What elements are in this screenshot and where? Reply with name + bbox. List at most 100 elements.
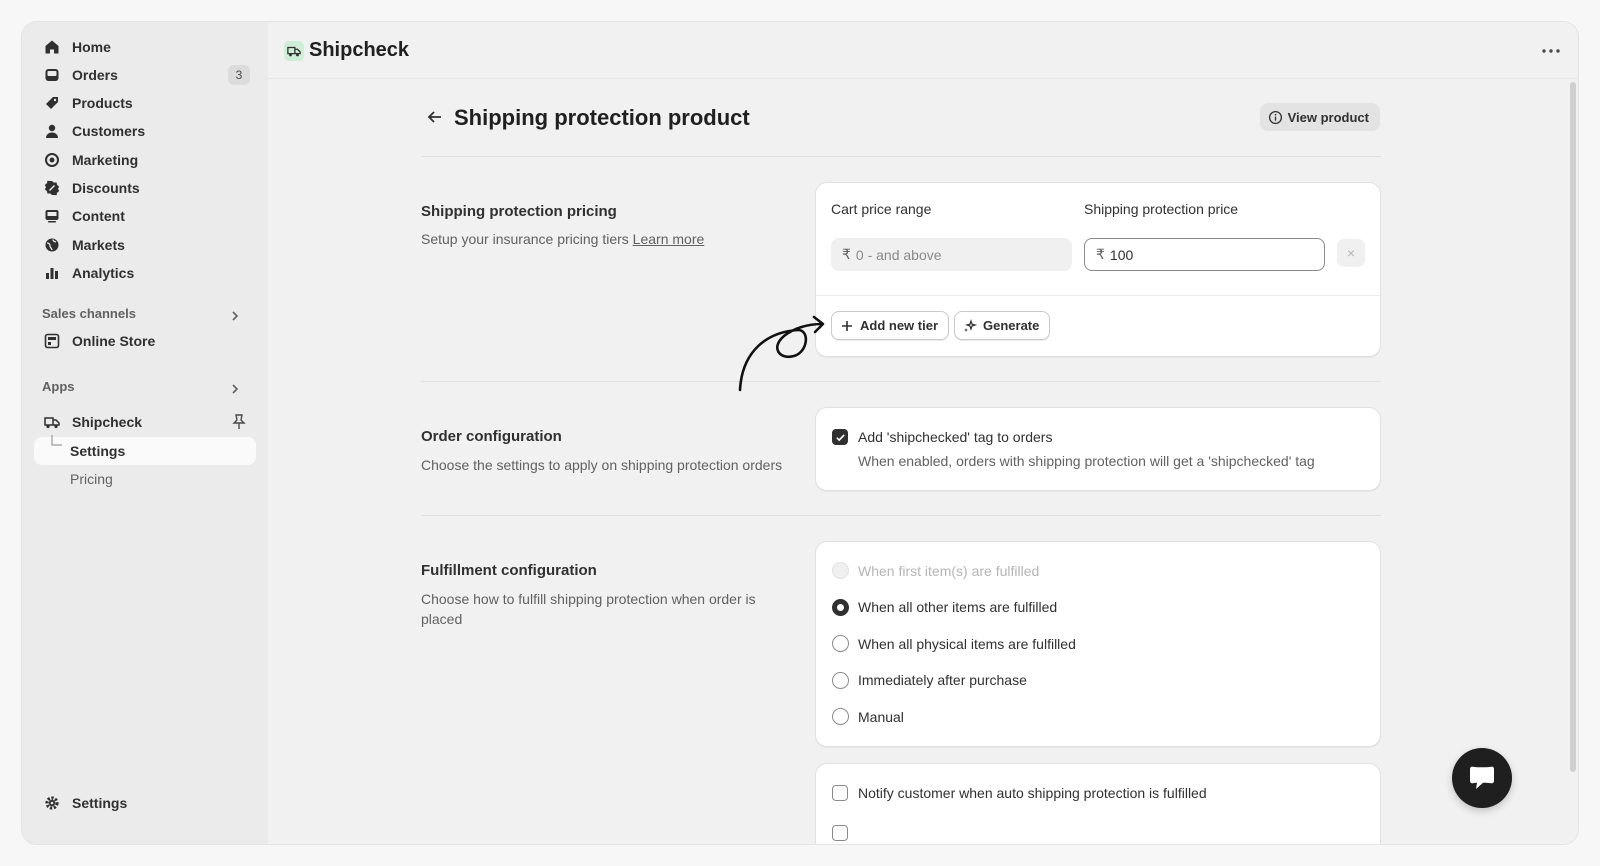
fulfill-all-other-radio[interactable] — [832, 599, 849, 616]
app-title: Shipcheck — [309, 39, 410, 61]
pricing-desc-text: Setup your insurance pricing tiers — [421, 231, 629, 247]
fulfillment-config-title: Fulfillment configuration — [421, 562, 597, 579]
notify-customer-label: Notify customer when auto shipping prote… — [858, 785, 1207, 801]
tag-icon — [44, 95, 60, 111]
fulfill-immediately-label: Immediately after purchase — [858, 672, 1027, 688]
shipchecked-tag-label: Add 'shipchecked' tag to orders — [858, 429, 1053, 445]
app-topbar: Shipcheck — [268, 22, 1578, 79]
sidebar-item-markets[interactable]: Markets — [34, 231, 256, 259]
learn-more-link[interactable]: Learn more — [633, 231, 705, 247]
sidebar-item-label: Discounts — [72, 180, 140, 196]
globe-icon — [44, 237, 60, 253]
tree-branch-icon — [51, 435, 62, 446]
admin-window: Home Orders 3 Products Customers Marketi… — [21, 21, 1579, 845]
fulfill-physical-radio[interactable] — [832, 635, 849, 652]
plus-icon — [842, 320, 852, 331]
scrollbar[interactable] — [1570, 82, 1576, 772]
shipping-protection-price-input[interactable]: ₹ 100 — [1084, 238, 1325, 271]
fulfill-physical-label: When all physical items are fulfilled — [858, 636, 1076, 652]
sidebar-item-settings[interactable]: Settings — [34, 789, 256, 817]
pricing-section-title: Shipping protection pricing — [421, 203, 617, 220]
order-config-title: Order configuration — [421, 428, 562, 445]
annotation-arrow-icon — [738, 315, 825, 392]
more-actions-icon[interactable] — [1540, 40, 1562, 62]
sidebar-item-home[interactable]: Home — [34, 33, 256, 61]
chat-bubble-icon — [1470, 766, 1494, 789]
checkmark-icon — [835, 433, 845, 441]
fulfill-all-other-label: When all other items are fulfilled — [858, 599, 1058, 615]
bar-chart-icon — [44, 265, 60, 281]
divider — [421, 156, 1381, 157]
chevron-right-icon[interactable] — [228, 382, 242, 396]
back-arrow-icon[interactable] — [425, 107, 445, 127]
fulfill-manual-radio[interactable] — [832, 708, 849, 725]
cart-price-range-label: Cart price range — [831, 201, 932, 217]
cart-price-range-field: ₹ 0 - and above — [831, 238, 1072, 271]
sidebar-item-label: Customers — [72, 123, 146, 139]
orders-count-badge: 3 — [228, 65, 250, 85]
sidebar-item-discounts[interactable]: Discounts — [34, 174, 256, 202]
notify-customer-checkbox[interactable] — [832, 785, 848, 801]
pin-icon[interactable] — [232, 414, 246, 430]
sidebar-item-label: Shipcheck — [72, 414, 143, 430]
sidebar-item-app-pricing[interactable]: Pricing — [34, 465, 256, 493]
sidebar-item-customers[interactable]: Customers — [34, 117, 256, 145]
truck-icon — [287, 46, 301, 57]
price-value: 100 — [1109, 246, 1134, 263]
generate-button[interactable]: Generate — [954, 311, 1051, 340]
view-product-label: View product — [1287, 109, 1369, 125]
second-option-checkbox[interactable] — [832, 825, 848, 841]
sidebar-item-label: Settings — [72, 795, 128, 811]
fulfillment-config-desc: Choose how to fulfill shipping protectio… — [421, 591, 756, 627]
sidebar-item-products[interactable]: Products — [34, 89, 256, 117]
sidebar-item-label: Products — [72, 95, 133, 111]
sidebar-item-marketing[interactable]: Marketing — [34, 146, 256, 174]
sales-channels-heading: Sales channels — [42, 306, 136, 321]
sidebar-item-label: Pricing — [70, 471, 113, 487]
sidebar-item-label: Marketing — [72, 152, 139, 168]
sidebar: Home Orders 3 Products Customers Marketi… — [22, 22, 268, 844]
info-icon — [1268, 110, 1282, 124]
target-icon — [44, 152, 60, 168]
sidebar-item-online-store[interactable]: Online Store — [34, 327, 256, 355]
truck-icon — [44, 414, 60, 430]
fulfill-manual-label: Manual — [858, 709, 904, 725]
sparkle-icon — [964, 318, 977, 332]
sidebar-item-content[interactable]: Content — [34, 202, 256, 230]
content-icon — [44, 208, 60, 224]
order-config-card: Add 'shipchecked' tag to orders When ena… — [815, 407, 1381, 491]
sidebar-item-app-settings[interactable]: Settings — [34, 435, 256, 465]
shipchecked-tag-help: When enabled, orders with shipping prote… — [858, 453, 1315, 469]
pricing-section-desc: Setup your insurance pricing tiers Learn… — [421, 229, 791, 249]
shipchecked-tag-checkbox[interactable] — [832, 429, 848, 445]
main-area: Shipcheck Shipping protection product Vi… — [268, 22, 1578, 844]
discount-icon — [44, 180, 60, 196]
chat-launcher-button[interactable] — [1452, 748, 1512, 808]
sidebar-item-orders[interactable]: Orders 3 — [34, 61, 256, 89]
divider — [421, 381, 1381, 382]
screen-frame: Home Orders 3 Products Customers Marketi… — [0, 0, 1600, 866]
gear-icon — [44, 795, 60, 811]
card-divider — [816, 295, 1380, 296]
shipping-protection-price-label: Shipping protection price — [1084, 201, 1239, 217]
fulfill-immediately-radio[interactable] — [832, 672, 849, 689]
home-icon — [44, 39, 60, 55]
sidebar-item-label: Content — [72, 208, 125, 224]
fulfill-first-item-radio[interactable] — [832, 562, 849, 579]
chevron-right-icon[interactable] — [228, 309, 242, 323]
sidebar-item-analytics[interactable]: Analytics — [34, 259, 256, 287]
remove-tier-button[interactable]: × — [1337, 239, 1365, 267]
page-title: Shipping protection product — [454, 105, 750, 130]
view-product-button[interactable]: View product — [1259, 103, 1380, 131]
notify-card: Notify customer when auto shipping prote… — [815, 763, 1381, 844]
sidebar-item-shipcheck[interactable]: Shipcheck — [34, 408, 256, 436]
order-config-desc: Choose the settings to apply on shipping… — [421, 457, 783, 473]
sidebar-item-label: Settings — [70, 443, 126, 459]
add-new-tier-button[interactable]: Add new tier — [831, 311, 950, 340]
range-value: 0 - and above — [855, 246, 942, 263]
fulfillment-options-card: When first item(s) are fulfilled When al… — [815, 541, 1381, 747]
sidebar-item-label: Orders — [72, 67, 118, 83]
currency-symbol: ₹ — [1096, 246, 1105, 262]
fulfill-first-item-label: When first item(s) are fulfilled — [858, 563, 1040, 579]
generate-label: Generate — [983, 318, 1040, 333]
